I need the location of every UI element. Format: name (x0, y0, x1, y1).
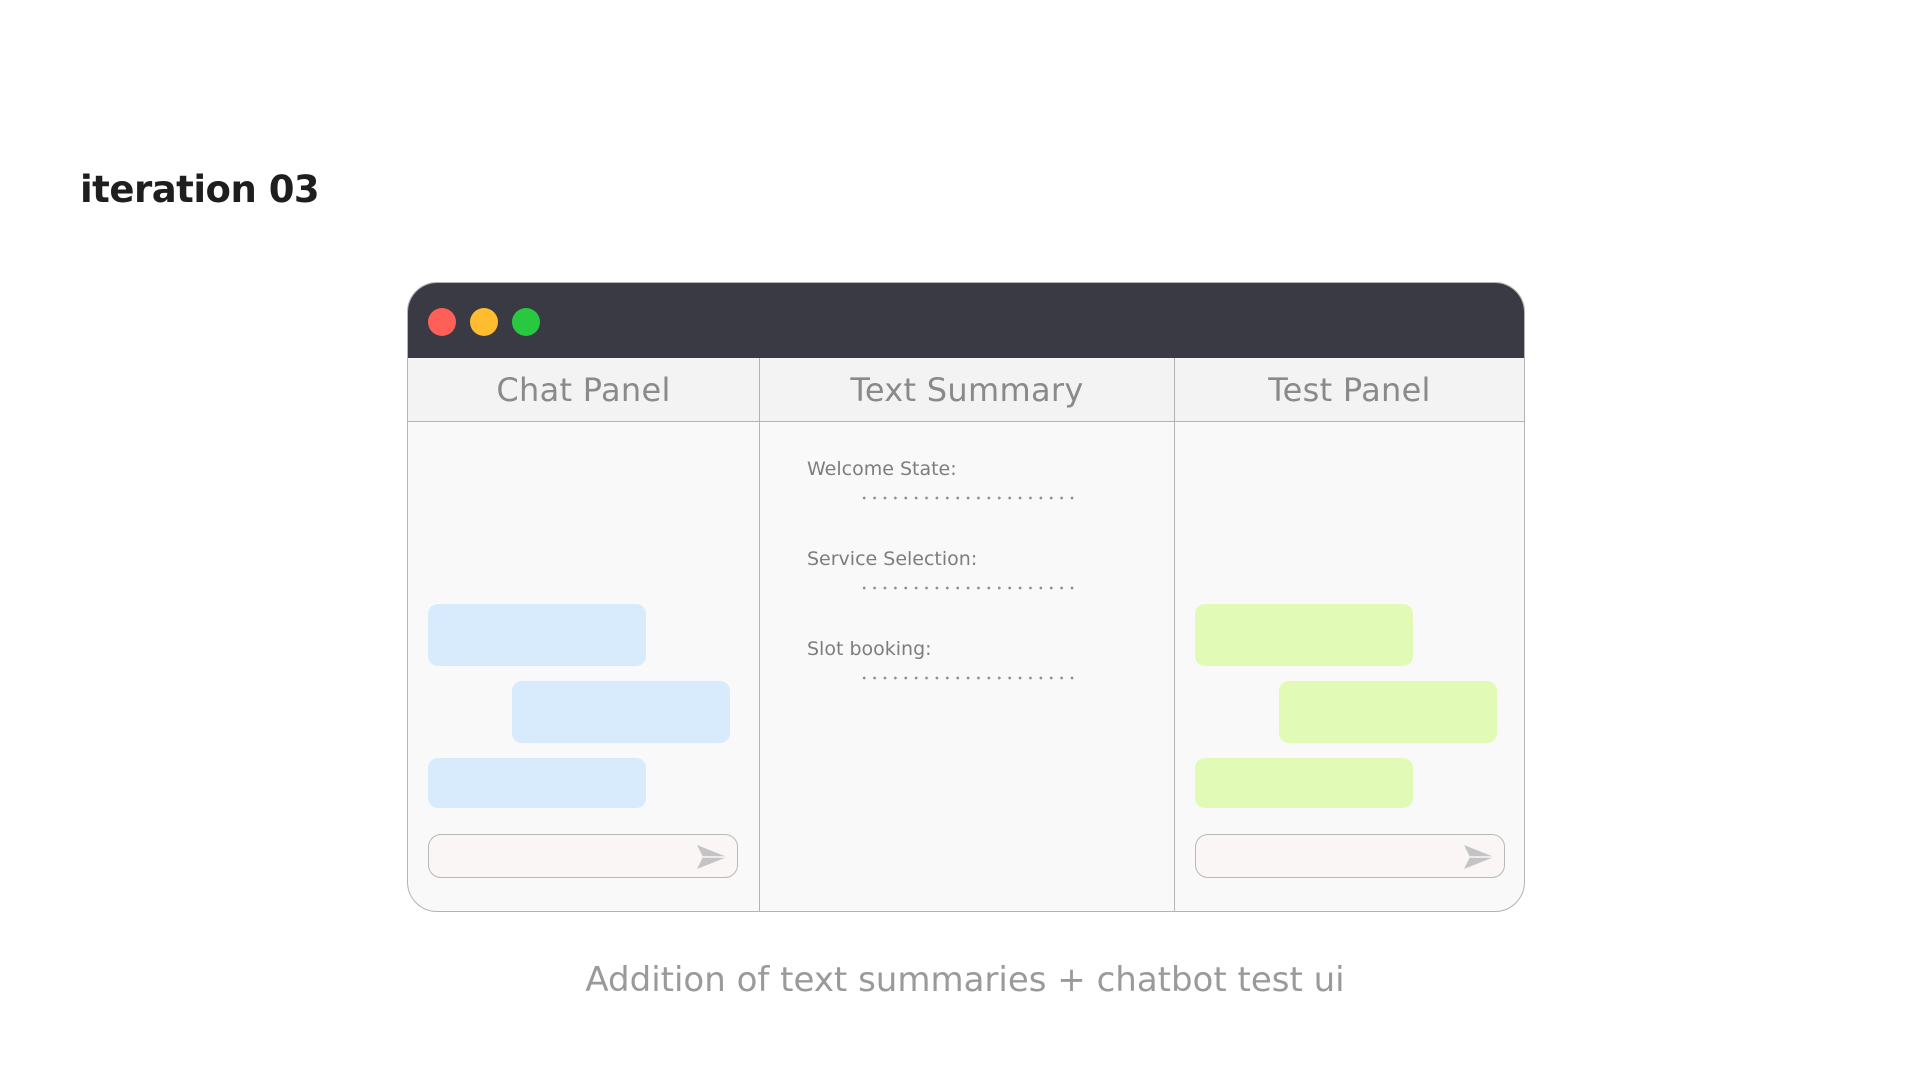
chat-bubble (512, 681, 730, 743)
app-window: Chat Panel Text Summary Welcome State: S… (407, 282, 1525, 912)
chat-panel: Chat Panel (408, 358, 760, 911)
test-message-input[interactable] (1195, 834, 1505, 878)
test-chat-bubble (1195, 758, 1413, 808)
send-icon[interactable] (1462, 843, 1496, 871)
summary-placeholder-dots (859, 586, 1077, 590)
page-title: iteration 03 (80, 168, 320, 211)
close-dot[interactable] (428, 308, 456, 336)
summary-item-service-selection: Service Selection: (807, 548, 1107, 590)
test-chat-bubble (1195, 604, 1413, 666)
summary-label: Service Selection: (807, 548, 978, 570)
chat-panel-header: Chat Panel (408, 358, 759, 422)
maximize-dot[interactable] (512, 308, 540, 336)
chat-bubble (428, 758, 646, 808)
text-summary-panel: Text Summary Welcome State: Service Sele… (760, 358, 1175, 911)
summary-placeholder-dots (859, 496, 1077, 500)
text-summary-header: Text Summary (760, 358, 1174, 422)
test-chat-bubble (1279, 681, 1497, 743)
test-panel: Test Panel (1175, 358, 1524, 911)
summary-item-slot-booking: Slot booking: (807, 638, 1107, 680)
summary-label: Welcome State: (807, 458, 957, 480)
summary-label: Slot booking: (807, 638, 932, 660)
chat-message-input[interactable] (428, 834, 738, 878)
minimize-dot[interactable] (470, 308, 498, 336)
chat-bubble (428, 604, 646, 666)
summary-item-welcome-state: Welcome State: (807, 458, 1107, 500)
send-icon[interactable] (695, 843, 729, 871)
summary-placeholder-dots (859, 676, 1077, 680)
test-panel-header: Test Panel (1175, 358, 1524, 422)
caption: Addition of text summaries + chatbot tes… (585, 960, 1345, 1000)
window-titlebar (408, 283, 1524, 358)
